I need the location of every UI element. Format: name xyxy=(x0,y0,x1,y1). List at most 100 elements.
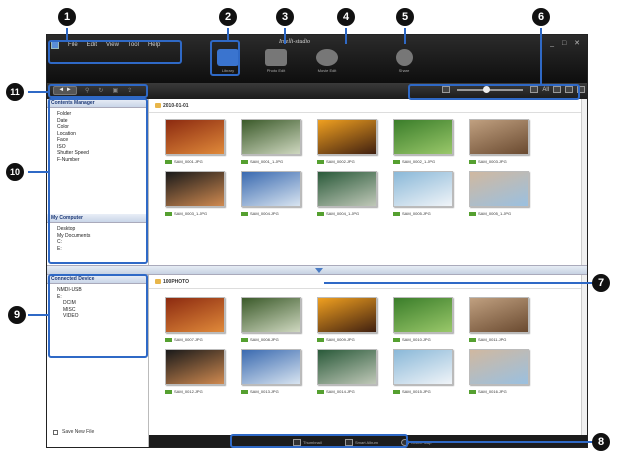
file-type-icon xyxy=(393,337,400,342)
file-type-icon xyxy=(469,389,476,394)
photo-thumbnail[interactable] xyxy=(393,297,453,333)
thumbnail-item[interactable]: SAM_0009.JPG xyxy=(317,297,377,349)
file-type-icon xyxy=(469,159,476,164)
file-type-icon xyxy=(241,389,248,394)
thumbnail-grid-top: SAM_0001.JPG SAM_0001_1.JPG SAM_0002.JPG SA… xyxy=(165,119,545,223)
mode-photo-edit-button[interactable]: Photo Edit xyxy=(259,49,293,73)
photo-thumbnail[interactable] xyxy=(469,171,529,207)
thumbnail-caption: SAM_0007.JPG xyxy=(165,337,225,342)
photo-thumbnail[interactable] xyxy=(241,349,301,385)
file-type-icon xyxy=(317,337,324,342)
thumbnail-item[interactable]: SAM_0003_1.JPG xyxy=(165,171,225,223)
mode-movie-edit-button[interactable]: Movie Edit xyxy=(310,49,344,73)
thumbnail-item[interactable]: SAM_0012.JPG xyxy=(165,349,225,401)
thumbnail-caption: SAM_0016.JPG xyxy=(469,389,529,394)
save-new-file-button[interactable]: Save New File xyxy=(53,429,94,435)
photo-thumbnail[interactable] xyxy=(165,119,225,155)
photo-thumbnail[interactable] xyxy=(241,171,301,207)
thumbnail-caption: SAM_0003.JPG xyxy=(469,159,529,164)
library-upper-view: 2010-01-01 SAM_0001.JPG SAM_0001_1.JPG SAM… xyxy=(149,99,587,265)
photo-thumbnail[interactable] xyxy=(165,349,225,385)
photo-thumbnail[interactable] xyxy=(393,171,453,207)
photo-thumbnail[interactable] xyxy=(317,297,377,333)
folder-header-top: 2010-01-01 xyxy=(149,99,587,113)
file-type-icon xyxy=(317,159,324,164)
thumbnail-filename: SAM_0007.JPG xyxy=(174,337,203,342)
thumbnail-item[interactable]: SAM_0002.JPG xyxy=(317,119,377,171)
thumbnail-item[interactable]: SAM_0010.JPG xyxy=(393,297,453,349)
thumbnail-item[interactable]: SAM_0005.JPG xyxy=(393,171,453,223)
photo-thumbnail[interactable] xyxy=(317,171,377,207)
window-controls[interactable]: _ □ ✕ xyxy=(550,39,583,47)
thumbnail-item[interactable]: SAM_0001_1.JPG xyxy=(241,119,301,171)
leader-4 xyxy=(345,28,347,44)
photo-thumbnail[interactable] xyxy=(469,349,529,385)
callout-4: 4 xyxy=(337,8,355,26)
thumbnail-item[interactable]: SAM_0005_1.JPG xyxy=(469,171,529,223)
callout-3: 3 xyxy=(276,8,294,26)
thumbnail-caption: SAM_0013.JPG xyxy=(241,389,301,394)
thumbnail-filename: SAM_0003_1.JPG xyxy=(174,211,208,216)
photo-thumbnail[interactable] xyxy=(165,297,225,333)
file-type-icon xyxy=(469,211,476,216)
scrollbar-top[interactable] xyxy=(581,99,587,265)
photo-thumbnail[interactable] xyxy=(469,119,529,155)
thumbnail-item[interactable]: SAM_0016.JPG xyxy=(469,349,529,401)
photo-thumbnail[interactable] xyxy=(393,349,453,385)
photo-thumbnail[interactable] xyxy=(393,119,453,155)
thumbnail-item[interactable]: SAM_0008.JPG xyxy=(241,297,301,349)
scrollbar-bottom[interactable] xyxy=(581,275,587,435)
photo-thumbnail[interactable] xyxy=(241,297,301,333)
thumbnail-filename: SAM_0011.JPG xyxy=(478,337,507,342)
file-type-icon xyxy=(241,159,248,164)
thumbnail-caption: SAM_0001.JPG xyxy=(165,159,225,164)
thumbnail-item[interactable]: SAM_0007.JPG xyxy=(165,297,225,349)
thumbnail-item[interactable]: SAM_0014.JPG xyxy=(317,349,377,401)
leader-10 xyxy=(28,171,48,173)
file-type-icon xyxy=(317,211,324,216)
manual-figure: File Edit View Tool Help Intelli-studio … xyxy=(0,0,628,462)
thumbnail-filename: SAM_0005.JPG xyxy=(402,211,431,216)
file-type-icon xyxy=(241,211,248,216)
leader-9 xyxy=(28,314,48,316)
callout-6: 6 xyxy=(532,8,550,26)
callout-8: 8 xyxy=(592,433,610,451)
mode-share-button[interactable]: Share xyxy=(387,49,421,73)
thumbnail-caption: SAM_0008.JPG xyxy=(241,337,301,342)
highlight-left-panel xyxy=(48,98,148,264)
folder-icon xyxy=(155,279,161,284)
thumbnail-filename: SAM_0010.JPG xyxy=(402,337,431,342)
thumbnail-item[interactable]: SAM_0003.JPG xyxy=(469,119,529,171)
thumbnail-item[interactable]: SAM_0001.JPG xyxy=(165,119,225,171)
leader-6 xyxy=(540,28,542,84)
thumbnail-item[interactable]: SAM_0004.JPG xyxy=(241,171,301,223)
leader-11 xyxy=(28,91,48,93)
callout-5: 5 xyxy=(396,8,414,26)
thumbnail-item[interactable]: SAM_0015.JPG xyxy=(393,349,453,401)
highlight-bottom-tabs xyxy=(230,434,408,448)
file-type-icon xyxy=(165,211,172,216)
file-type-icon xyxy=(393,389,400,394)
library-lower-view: 100PHOTO SAM_0007.JPG SAM_0008.JPG SAM_000… xyxy=(149,275,587,435)
photo-thumbnail[interactable] xyxy=(469,297,529,333)
photo-thumbnail[interactable] xyxy=(165,171,225,207)
thumbnail-item[interactable]: SAM_0002_1.JPG xyxy=(393,119,453,171)
file-type-icon xyxy=(317,389,324,394)
photo-thumbnail[interactable] xyxy=(241,119,301,155)
thumbnail-item[interactable]: SAM_0013.JPG xyxy=(241,349,301,401)
thumbnail-item[interactable]: SAM_0004_1.JPG xyxy=(317,171,377,223)
leader-2 xyxy=(227,28,229,40)
collapse-arrow-icon[interactable] xyxy=(315,268,323,273)
file-type-icon xyxy=(165,337,172,342)
thumbnail-caption: SAM_0009.JPG xyxy=(317,337,377,342)
thumbnail-filename: SAM_0016.JPG xyxy=(478,389,507,394)
thumbnail-caption: SAM_0010.JPG xyxy=(393,337,453,342)
thumbnail-filename: SAM_0004.JPG xyxy=(250,211,279,216)
photo-thumbnail[interactable] xyxy=(317,119,377,155)
thumbnail-item[interactable]: SAM_0011.JPG xyxy=(469,297,529,349)
highlight-library-mode xyxy=(210,40,240,76)
mode-share-label: Share xyxy=(398,68,410,73)
photo-thumbnail[interactable] xyxy=(317,349,377,385)
file-type-icon xyxy=(165,159,172,164)
file-type-icon xyxy=(469,337,476,342)
